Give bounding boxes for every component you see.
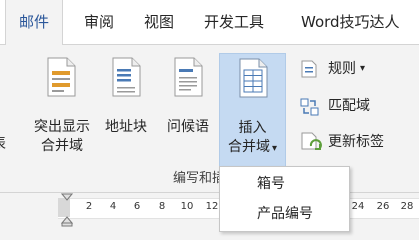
ruler-tick: 26 [376, 201, 390, 212]
highlight-label-line1: 突出显示 [34, 119, 90, 135]
ribbon-tab-bar: 邮件 审阅 视图 开发工具 Word技巧达人 [0, 0, 419, 45]
insert-merge-field-label-text: 合并域 [227, 139, 270, 155]
rules-icon [301, 60, 317, 78]
ruler-tick: 24 [351, 201, 365, 212]
address-block-label: 地址块 [105, 119, 147, 135]
tab-developer[interactable]: 开发工具 [204, 0, 264, 44]
insert-merge-field-button[interactable]: 插入 合并域 ▾ [219, 53, 286, 167]
horizontal-ruler: 2 4 6 8 10 12 24 26 28 30 [0, 193, 419, 234]
ruler-tick: 2 [85, 201, 93, 212]
update-labels-label: 更新标签 [328, 134, 384, 150]
match-fields-label: 匹配域 [328, 98, 370, 114]
left-clipped-label: 表 [0, 133, 6, 153]
highlight-merge-fields-button[interactable]: 突出显示 合并域 [30, 53, 94, 165]
merge-field-dropdown: 箱号 产品编号 [219, 166, 350, 232]
ruler-tick: 10 [180, 201, 194, 212]
insert-merge-field-icon [239, 58, 268, 98]
highlight-label-line2: 合并域 [41, 138, 83, 154]
rules-button[interactable]: 规则 ▾ [298, 57, 388, 81]
address-block-icon [112, 57, 141, 97]
greeting-line-icon [174, 57, 203, 97]
update-labels-icon [301, 132, 322, 150]
match-fields-button[interactable]: 匹配域 [298, 94, 388, 118]
greeting-line-label: 问候语 [167, 119, 209, 135]
rules-chevron-icon: ▾ [360, 63, 366, 74]
insert-merge-field-label-line1: 插入 [238, 120, 267, 136]
rules-label: 规则 [328, 61, 356, 77]
update-labels-button[interactable]: 更新标签 [298, 130, 408, 154]
tab-view[interactable]: 视图 [144, 0, 174, 44]
greeting-line-button[interactable]: 问候语 [160, 53, 216, 165]
indent-marker-icon[interactable] [61, 193, 73, 227]
ruler-tick: 8 [158, 201, 166, 212]
ruler-tick: 28 [400, 201, 414, 212]
insert-merge-field-label-line2: 合并域 ▾ [220, 138, 285, 158]
tab-review[interactable]: 审阅 [84, 0, 114, 44]
ruler-tick: 6 [133, 201, 141, 212]
match-fields-icon [300, 98, 319, 116]
ruler-tick: 4 [109, 201, 117, 212]
chevron-down-icon: ▾ [271, 143, 278, 154]
highlight-fields-icon [47, 57, 76, 97]
group-label-write-insert: 编写和插 [173, 171, 226, 186]
tab-word-tips[interactable]: Word技巧达人 [301, 0, 400, 44]
ruler-tick: 12 [205, 201, 219, 212]
ribbon-panel: 表 突出显示 合并域 地址块 [0, 45, 419, 193]
menu-item-product-code[interactable]: 产品编号 [220, 199, 349, 229]
menu-item-box-number[interactable]: 箱号 [220, 169, 349, 199]
tab-mailings[interactable]: 邮件 [5, 0, 63, 45]
address-block-button[interactable]: 地址块 [100, 53, 152, 165]
